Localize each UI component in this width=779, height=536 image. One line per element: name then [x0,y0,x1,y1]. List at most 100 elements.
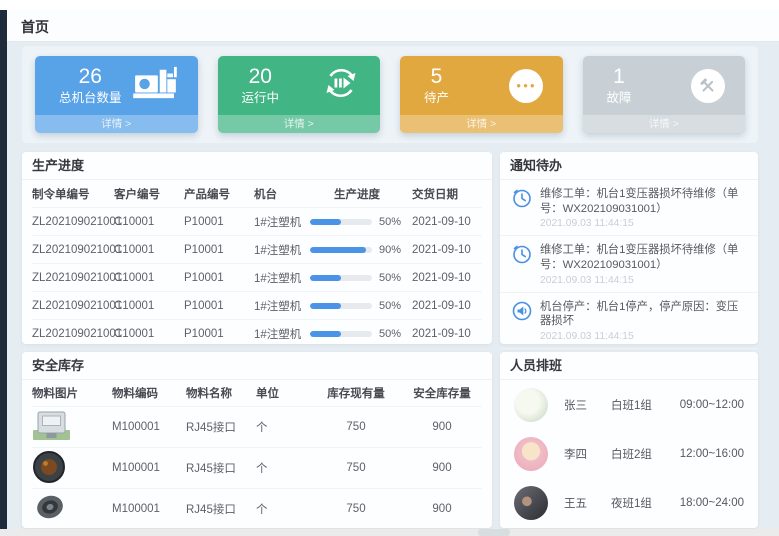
product-no: P10001 [184,216,254,228]
material-unit: 个 [256,501,310,517]
stat-card-body: 26 总机台数量 [35,56,198,115]
column-header: 产品编号 [184,186,254,202]
stat-card-body: 5 待产 ●●● [400,56,563,115]
horizontal-scrollbar[interactable] [0,529,779,536]
progress-fill [310,275,341,281]
stat-card-text: 1 故障 [607,65,632,106]
stat-card-text: 5 待产 [424,65,449,106]
clock-icon [512,243,532,285]
table-row: ZL202109021001 C10001 P10001 1#注塑机 90% 2… [32,235,482,263]
table-row: M100001 RJ45接口 个 750 900 [32,406,482,447]
progress-fill [310,331,341,337]
notification-item[interactable]: 维修工单：机台1变压器损坏待维修（单号：WX202109031001） 2021… [500,180,758,236]
shift-time: 18:00~24:00 [680,497,744,509]
notification-time: 2021.09.03 11:44:15 [540,331,748,342]
customer-no: C10001 [114,244,184,256]
stat-card-running[interactable]: 20 运行中 [218,56,381,133]
progress-percent: 90% [379,244,401,256]
page-title: 首页 [7,10,779,37]
panel-title: 通知待办 [500,152,758,180]
progress-percent: 50% [379,272,401,284]
notification-item[interactable]: 维修工单：机台1变压器损坏待维修（单号：WX202109031001） 2021… [500,236,758,292]
notification-time: 2021.09.03 11:44:15 [540,275,748,286]
person-name: 王五 [564,495,611,511]
person-name: 张三 [564,397,611,413]
stat-value: 26 [59,65,122,89]
column-header: 生产进度 [310,186,412,202]
person-name: 李四 [564,446,611,462]
avatar [514,437,548,471]
progress-track [310,331,372,337]
order-no: ZL202109021001 [32,300,114,312]
progress-cell: 50% [310,300,412,312]
shift-time: 12:00~16:00 [680,448,744,460]
stat-card-body: 20 运行中 [218,56,381,115]
panel-title: 人员排班 [500,352,758,380]
table-row: M100001 RJ45接口 个 750 900 [32,488,482,529]
column-header: 客户编号 [114,186,184,202]
rj45-connector-image [32,409,112,446]
tools-icon [691,69,725,103]
table-row: ZL202109021001 C10001 P10001 1#注塑机 50% 2… [32,291,482,319]
material-code: M100001 [112,503,186,515]
machine-name: 1#注塑机 [254,242,310,258]
safety-quantity: 900 [402,462,482,474]
customer-no: C10001 [114,328,184,340]
header-bar: 首页 [7,10,779,42]
product-no: P10001 [184,328,254,340]
top-white-bar [0,0,779,10]
stat-card-fault[interactable]: 1 故障 详情 > [583,56,746,133]
table-row: ZL202109021001 C10001 P10001 1#注塑机 50% 2… [32,207,482,235]
speaker-icon [512,300,532,342]
notification-item[interactable]: 机台停产：机台1停产，停产原因：变压器损坏 2021.09.03 11:44:1… [500,293,758,349]
detail-link[interactable]: 详情 > [218,115,381,133]
running-icon [322,64,360,107]
inventory-table: 物料图片 物料编码 物料名称 单位 库存现有量 安全库存量 M100001 RJ… [22,380,492,529]
progress-track [310,247,372,253]
table-header-row: 制令单编号 客户编号 产品编号 机台 生产进度 交货日期 [32,180,482,207]
stat-value: 20 [242,65,280,89]
scrollbar-thumb[interactable] [478,529,510,536]
progress-percent: 50% [379,216,401,228]
stat-label: 待产 [424,91,449,105]
speaker-driver-image [32,491,112,527]
avatar [514,388,548,422]
progress-cell: 90% [310,244,412,256]
material-name: RJ45接口 [186,419,256,435]
customer-no: C10001 [114,216,184,228]
due-date: 2021-09-10 [412,300,482,312]
stat-label: 故障 [607,91,632,105]
product-no: P10001 [184,244,254,256]
safety-inventory-panel: 安全库存 物料图片 物料编码 物料名称 单位 库存现有量 安全库存量 M1000… [22,352,492,528]
detail-link[interactable]: 详情 > [583,115,746,133]
detail-link[interactable]: 详情 > [400,115,563,133]
notifications-panel: 通知待办 维修工单：机台1变压器损坏待维修（单号：WX202109031001）… [500,152,758,344]
due-date: 2021-09-10 [412,244,482,256]
detail-link[interactable]: 详情 > [35,115,198,133]
due-date: 2021-09-10 [412,272,482,284]
notification-text: 机台停产：机台1停产，停产原因：变压器损坏 [540,300,748,329]
product-no: P10001 [184,300,254,312]
safety-quantity: 900 [402,421,482,433]
stat-card-text: 20 运行中 [242,65,280,106]
progress-cell: 50% [310,272,412,284]
progress-percent: 50% [379,328,401,340]
stat-card-waiting[interactable]: 5 待产 ●●● 详情 > [400,56,563,133]
progress-fill [310,219,341,225]
order-no: ZL202109021001 [32,328,114,340]
material-name: RJ45接口 [186,501,256,517]
stat-card-total-machines[interactable]: 26 总机台数量 详情 > [35,56,198,133]
progress-fill [310,303,341,309]
stat-cards-row: 26 总机台数量 详情 > [22,46,758,143]
material-code: M100001 [112,421,186,433]
column-header: 物料名称 [186,385,256,401]
stat-card-text: 26 总机台数量 [59,65,122,106]
stat-value: 5 [424,65,449,89]
due-date: 2021-09-10 [412,328,482,340]
progress-fill [310,247,366,253]
notification-body: 维修工单：机台1变压器损坏待维修（单号：WX202109031001） 2021… [540,187,748,229]
shift-group: 白班1组 [611,397,680,413]
order-no: ZL202109021001 [32,272,114,284]
table-header-row: 物料图片 物料编码 物料名称 单位 库存现有量 安全库存量 [32,380,482,406]
table-row: ZL202109021001 C10001 P10001 1#注塑机 50% 2… [32,263,482,291]
